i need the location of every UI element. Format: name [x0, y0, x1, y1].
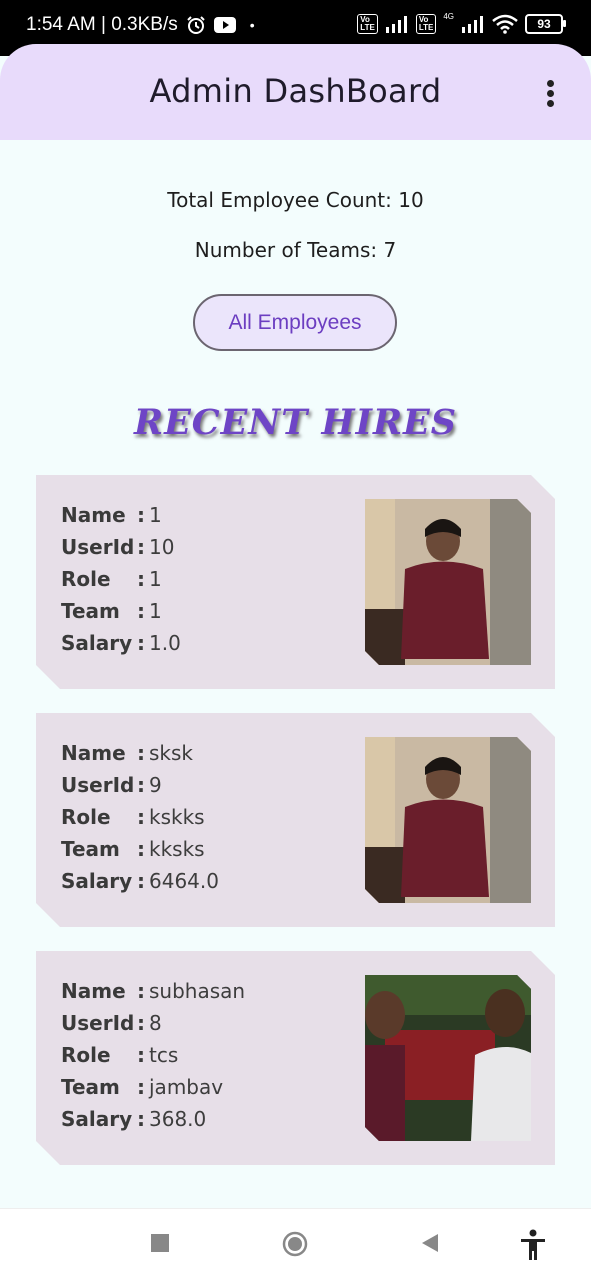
userid-value: 8 — [149, 1011, 162, 1035]
role-value: tcs — [149, 1043, 179, 1067]
userid-row: UserId:8 — [61, 1007, 245, 1039]
signal-icon-2 — [462, 16, 483, 33]
employee-photo — [365, 975, 531, 1141]
salary-value: 6464.0 — [149, 869, 219, 893]
team-row: Team: jambav — [61, 1071, 245, 1103]
separator: : — [137, 567, 145, 591]
userid-value: 9 — [149, 773, 162, 797]
team-label: Team — [61, 1075, 120, 1099]
name-value: sksk — [149, 741, 194, 765]
dot-icon: • — [249, 17, 255, 33]
name-value: subhasan — [149, 979, 246, 1003]
separator: : — [137, 979, 145, 1003]
number-of-teams: Number of Teams: 7 — [194, 238, 397, 262]
role-row: Role:1 — [61, 563, 181, 595]
separator: : — [137, 773, 145, 797]
team-value: jambav — [149, 1075, 224, 1099]
home-icon[interactable] — [282, 1231, 308, 1257]
salary-label: Salary — [61, 1107, 133, 1131]
app-bar: Admin DashBoard — [0, 44, 591, 140]
team-label: Team — [61, 599, 120, 623]
userid-label: UserId — [61, 773, 135, 797]
team-label: Team — [61, 837, 120, 861]
separator: : — [137, 805, 145, 829]
name-row: Name:1 — [61, 499, 181, 531]
network-type: 4G — [443, 11, 454, 21]
employee-card[interactable]: Name: subhasan UserId:8 Role: tcs Team: jam… — [36, 951, 555, 1165]
separator: : — [137, 1107, 145, 1131]
role-label: Role — [61, 567, 111, 591]
userid-label: UserId — [61, 1011, 135, 1035]
name-label: Name — [61, 979, 126, 1003]
separator: : — [137, 837, 145, 861]
userid-label: UserId — [61, 535, 135, 559]
userid-row: UserId:10 — [61, 531, 181, 563]
userid-value: 10 — [149, 535, 175, 559]
name-label: Name — [61, 741, 126, 765]
battery-level: 93 — [537, 17, 551, 31]
alarm-icon — [187, 16, 205, 34]
salary-value: 1.0 — [149, 631, 181, 655]
volte-icon-2: Vo LTE — [415, 14, 437, 34]
separator: : — [137, 503, 145, 527]
separator: : — [137, 535, 145, 559]
team-row: Team:1 — [61, 595, 181, 627]
separator: : — [137, 1011, 145, 1035]
role-row: Role: tcs — [61, 1039, 245, 1071]
battery-icon: 93 — [525, 14, 566, 34]
total-employee-count: Total Employee Count: 10 — [167, 188, 424, 212]
system-nav-bar — [0, 1208, 591, 1281]
overflow-menu-icon[interactable] — [543, 80, 557, 108]
name-row: Name: subhasan — [61, 975, 245, 1007]
team-row: Team: kksks — [61, 833, 219, 865]
role-label: Role — [61, 805, 111, 829]
userid-row: UserId:9 — [61, 769, 219, 801]
role-row: Role: kskks — [61, 801, 219, 833]
volte-icon: Vo LTE — [357, 14, 378, 34]
separator: : — [137, 599, 145, 623]
employee-photo — [365, 737, 531, 903]
salary-row: Salary:1.0 — [61, 627, 181, 659]
recent-hires-heading: RECENT HIRES — [133, 402, 457, 443]
team-value: kksks — [149, 837, 205, 861]
salary-label: Salary — [61, 631, 133, 655]
employee-card[interactable]: Name:1 UserId:10 Role:1 Team:1 Salary:1.… — [36, 475, 555, 689]
separator: : — [137, 869, 145, 893]
separator: : — [137, 631, 145, 655]
youtube-icon — [213, 17, 236, 33]
separator: : — [137, 1075, 145, 1099]
wifi-icon — [492, 14, 518, 34]
separator: : — [137, 1043, 145, 1067]
role-value: kskks — [149, 805, 205, 829]
back-icon[interactable] — [420, 1233, 440, 1253]
signal-icon — [385, 16, 407, 33]
name-label: Name — [61, 503, 126, 527]
team-value: 1 — [149, 599, 162, 623]
salary-value: 368.0 — [149, 1107, 207, 1131]
page-title: Admin DashBoard — [149, 72, 442, 110]
name-row: Name: sksk — [61, 737, 219, 769]
accessibility-icon[interactable] — [519, 1229, 547, 1261]
name-value: 1 — [149, 503, 162, 527]
recents-icon[interactable] — [150, 1233, 170, 1253]
salary-row: Salary:368.0 — [61, 1103, 245, 1135]
salary-label: Salary — [61, 869, 133, 893]
employee-card[interactable]: Name: sksk UserId:9 Role: kskks Team: kksks… — [36, 713, 555, 927]
status-time: 1:54 AM | 0.3KB/s — [26, 14, 178, 35]
all-employees-button[interactable]: All Employees — [193, 294, 397, 351]
salary-row: Salary:6464.0 — [61, 865, 219, 897]
employee-photo — [365, 499, 531, 665]
separator: : — [137, 741, 145, 765]
role-value: 1 — [149, 567, 162, 591]
role-label: Role — [61, 1043, 111, 1067]
